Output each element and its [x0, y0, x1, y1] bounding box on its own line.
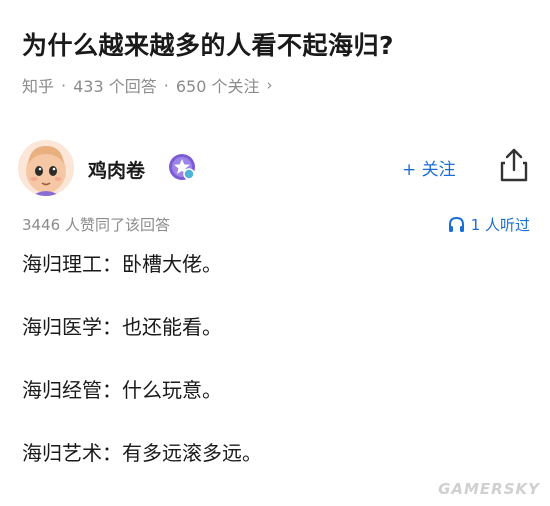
follow-button[interactable]: + 关注: [402, 155, 456, 180]
watermark: GAMERSKY: [438, 480, 540, 498]
share-icon[interactable]: [496, 146, 532, 184]
like-count: 3446 人赞同了该回答: [22, 216, 170, 234]
answer-count-link[interactable]: 433 个回答: [73, 73, 157, 97]
listen-count: 1 人听过: [470, 216, 530, 234]
headphones-icon: [448, 216, 464, 232]
separator-dot: ·: [163, 75, 169, 95]
avatar[interactable]: [18, 140, 74, 196]
author-row: 鸡肉卷 + 关注: [18, 140, 533, 200]
separator-dot: ·: [61, 75, 67, 95]
answer-line: 海归艺术：有多远滚多远。: [22, 441, 262, 465]
follower-count-link[interactable]: 650 个关注: [176, 73, 260, 97]
source-label[interactable]: 知乎: [22, 73, 54, 97]
question-meta: 知乎 · 433 个回答 · 650 个关注 ›: [22, 73, 272, 97]
answer-line: 海归理工：卧槽大佬。: [22, 252, 222, 276]
purple-star-badge-icon: [168, 153, 196, 181]
question-title[interactable]: 为什么越来越多的人看不起海归?: [22, 26, 394, 62]
answer-line: 海归医学：也还能看。: [22, 315, 222, 339]
chevron-right-icon[interactable]: ›: [266, 76, 272, 94]
answer-body: 海归理工：卧槽大佬。 海归医学：也还能看。 海归经管：什么玩意。 海归艺术：有多…: [22, 251, 262, 503]
listen-button[interactable]: 1 人听过: [448, 214, 530, 235]
answer-line: 海归经管：什么玩意。: [22, 378, 222, 402]
author-name[interactable]: 鸡肉卷: [88, 156, 145, 183]
